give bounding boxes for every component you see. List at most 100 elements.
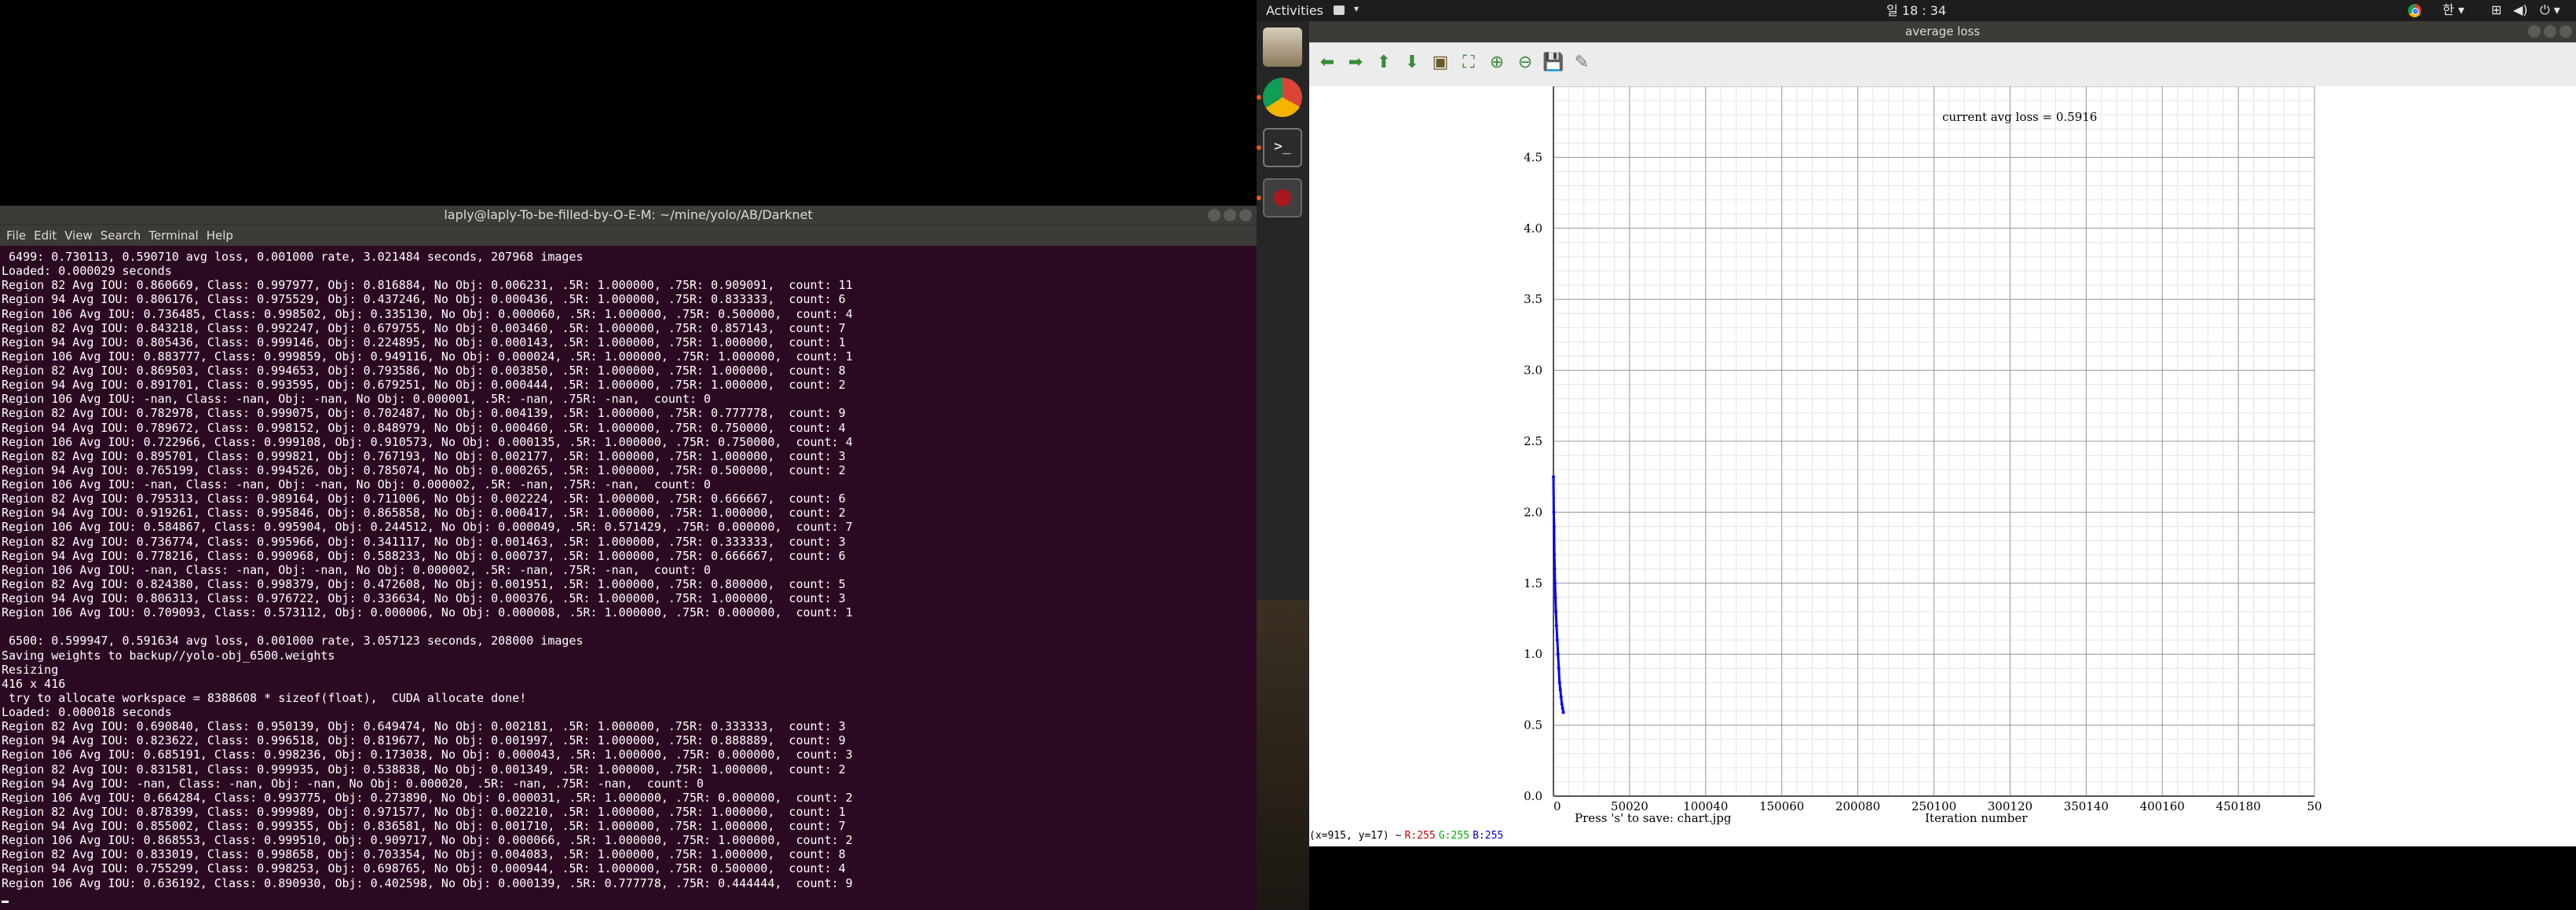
menu-search[interactable]: Search xyxy=(97,225,145,246)
terminal-icon[interactable]: >_ xyxy=(1263,128,1302,167)
close-button[interactable] xyxy=(1239,209,1252,221)
activities-button[interactable]: Activities xyxy=(1266,0,1323,21)
terminal-line: Loaded: 0.000029 seconds xyxy=(2,264,172,279)
menu-edit[interactable]: Edit xyxy=(30,225,60,246)
terminal-line: Region 94 Avg IOU: 0.806313, Class: 0.97… xyxy=(2,591,846,605)
pixel-blue-value: B:255 xyxy=(1473,830,1504,842)
terminal-line: Resizing xyxy=(2,662,59,677)
avg-loss-point xyxy=(1553,581,1557,585)
terminal-line: Region 106 Avg IOU: -nan, Class: -nan, O… xyxy=(2,477,712,492)
terminal-line: Region 94 Avg IOU: -nan, Class: -nan, Ob… xyxy=(2,776,704,791)
clock[interactable]: 일 18 : 34 xyxy=(1257,0,2576,21)
image-viewer-glyph xyxy=(1274,189,1291,206)
running-indicator xyxy=(1257,145,1261,150)
terminal-line: Region 94 Avg IOU: 0.778216, Class: 0.99… xyxy=(2,548,846,563)
chart-y-ticks: 0.0 0.5 1.0 1.5 2.0 2.5 3.0 3.5 4.0 4.5 xyxy=(1524,150,1542,803)
y-tick-label: 3.0 xyxy=(1524,364,1542,378)
menu-view[interactable]: View xyxy=(60,225,97,246)
save-image-icon[interactable]: ▣ xyxy=(1429,50,1452,74)
arrow-left-icon[interactable]: ⬅ xyxy=(1315,50,1339,74)
terminal-line: Region 94 Avg IOU: 0.805436, Class: 0.99… xyxy=(2,334,846,349)
chart-window-title: average loss xyxy=(1905,24,1981,38)
properties-icon[interactable]: ✎ xyxy=(1570,50,1594,74)
terminal-line: Region 106 Avg IOU: 0.636192, Class: 0.8… xyxy=(2,875,853,890)
network-icon[interactable]: ⊞ xyxy=(2491,2,2501,18)
chart-titlebar[interactable]: average loss xyxy=(1309,21,2576,42)
terminal-line: 6499: 0.730113, 0.590710 avg loss, 0.001… xyxy=(2,250,584,264)
menu-help[interactable]: Help xyxy=(203,225,237,246)
terminal-line: Region 82 Avg IOU: 0.878399, Class: 0.99… xyxy=(2,804,846,819)
chart-canvas[interactable]: 0.0 0.5 1.0 1.5 2.0 2.5 3.0 3.5 4.0 4.5 0 50020 100… xyxy=(1309,86,2576,825)
avg-loss-point xyxy=(1560,702,1564,706)
zoom-out-icon[interactable]: ⊖ xyxy=(1513,50,1537,74)
x-tick-label: 200080 xyxy=(1835,799,1880,813)
chrome-icon[interactable] xyxy=(2408,4,2421,17)
terminal-line: try to allocate workspace = 8388608 * si… xyxy=(2,690,527,705)
terminal-line: Region 106 Avg IOU: 0.722966, Class: 0.9… xyxy=(2,434,853,449)
power-icon[interactable]: ⏻ ▾ xyxy=(2540,2,2560,18)
arrow-down-icon[interactable]: ⬇ xyxy=(1400,50,1424,74)
terminal-window: laply@laply-To-be-filled-by-O-E-M: ~/min… xyxy=(0,206,1257,910)
close-button[interactable] xyxy=(2560,25,2572,38)
terminal-line: Region 106 Avg IOU: 0.584867, Class: 0.9… xyxy=(2,520,853,535)
minimize-button[interactable] xyxy=(1208,209,1220,221)
terminal-line: Region 94 Avg IOU: 0.919261, Class: 0.99… xyxy=(2,506,846,521)
fit-window-icon[interactable]: ⛶ xyxy=(1457,50,1480,74)
current-avg-loss-annotation: current avg loss = 0.5916 xyxy=(1942,110,2097,124)
maximize-button[interactable] xyxy=(2544,25,2556,38)
save-icon[interactable]: 💾 xyxy=(1542,50,1565,74)
save-hint-label: Press 's' to save: chart.jpg xyxy=(1575,811,1732,825)
terminal-line: Region 94 Avg IOU: 0.789672, Class: 0.99… xyxy=(2,420,846,435)
y-tick-label: 1.5 xyxy=(1524,576,1542,590)
terminal-line: Region 82 Avg IOU: 0.795313, Class: 0.98… xyxy=(2,492,846,506)
maximize-button[interactable] xyxy=(1224,209,1236,221)
avg-loss-point xyxy=(1552,475,1555,479)
image-viewer-icon[interactable] xyxy=(1263,178,1302,217)
x-tick-label: 450180 xyxy=(2216,799,2260,813)
terminal-line: Region 82 Avg IOU: 0.690840, Class: 0.95… xyxy=(2,719,846,734)
chart-window: average loss ⬅ ➡ ⬆ ⬇ ▣ ⛶ ⊕ ⊖ 💾 ✎ 0.0 0.5 1… xyxy=(1309,21,2576,846)
terminal-line: Region 94 Avg IOU: 0.806176, Class: 0.97… xyxy=(2,292,846,307)
avg-loss-point xyxy=(1561,711,1565,714)
chart-toolbar: ⬅ ➡ ⬆ ⬇ ▣ ⛶ ⊕ ⊖ 💾 ✎ xyxy=(1309,42,2576,86)
y-tick-label: 1.0 xyxy=(1524,647,1542,661)
menu-terminal[interactable]: Terminal xyxy=(145,225,202,246)
arrow-right-icon[interactable]: ➡ xyxy=(1344,50,1367,74)
terminal-line: Region 82 Avg IOU: 0.736774, Class: 0.99… xyxy=(2,534,846,549)
cursor-coordinates: (x=915, y=17) ~ xyxy=(1309,830,1402,842)
terminal-line: Region 106 Avg IOU: 0.868553, Class: 0.9… xyxy=(2,833,853,848)
terminal-line: Region 94 Avg IOU: 0.855002, Class: 0.99… xyxy=(2,819,846,833)
terminal-titlebar[interactable]: laply@laply-To-be-filled-by-O-E-M: ~/min… xyxy=(0,206,1257,225)
avg-loss-point xyxy=(1555,638,1559,642)
x-tick-label: 50 xyxy=(2307,799,2322,813)
zoom-in-icon[interactable]: ⊕ xyxy=(1485,50,1509,74)
minimize-button[interactable] xyxy=(2528,25,2541,38)
terminal-line: 416 x 416 xyxy=(2,676,66,691)
input-method-indicator[interactable]: 한 ▾ xyxy=(2442,2,2464,18)
arrow-up-icon[interactable]: ⬆ xyxy=(1372,50,1396,74)
terminal-output[interactable]: 6499: 0.730113, 0.590710 avg loss, 0.001… xyxy=(0,250,1257,901)
gnome-topbar: Activities ▾ 일 18 : 34 한 ▾ ⊞ ◀) ⏻ ▾ xyxy=(1257,0,2576,21)
avg-loss-point xyxy=(1553,553,1557,557)
y-tick-label: 4.0 xyxy=(1524,221,1542,236)
terminal-line: Region 82 Avg IOU: 0.833019, Class: 0.99… xyxy=(2,847,846,862)
y-tick-label: 2.5 xyxy=(1524,434,1542,448)
loss-chart: 0.00.51.01.52.02.53.03.54.04.5 0 50020 100… xyxy=(1524,86,2322,825)
avg-loss-point xyxy=(1561,706,1564,710)
image-viewer-app-icon[interactable] xyxy=(1334,5,1345,15)
menu-file[interactable]: File xyxy=(0,225,30,246)
terminal-line: Region 106 Avg IOU: 0.685191, Class: 0.9… xyxy=(2,747,853,762)
terminal-line: Region 82 Avg IOU: 0.860669, Class: 0.99… xyxy=(2,278,853,293)
terminal-line: Region 106 Avg IOU: -nan, Class: -nan, O… xyxy=(2,562,712,577)
terminal-line: Region 82 Avg IOU: 0.895701, Class: 0.99… xyxy=(2,448,846,463)
avg-loss-point xyxy=(1559,695,1563,699)
terminal-line: Region 82 Avg IOU: 0.843218, Class: 0.99… xyxy=(2,320,846,335)
files-icon[interactable] xyxy=(1263,27,1302,67)
chevron-down-icon[interactable]: ▾ xyxy=(1354,3,1359,14)
y-tick-label: 3.5 xyxy=(1524,292,1542,306)
terminal-line: Region 82 Avg IOU: 0.782978, Class: 0.99… xyxy=(2,406,846,421)
volume-icon[interactable]: ◀) xyxy=(2513,2,2528,18)
terminal-line: Loaded: 0.000018 seconds xyxy=(2,705,172,719)
desktop-wallpaper xyxy=(1257,600,1309,910)
chrome-icon[interactable] xyxy=(1263,78,1302,117)
